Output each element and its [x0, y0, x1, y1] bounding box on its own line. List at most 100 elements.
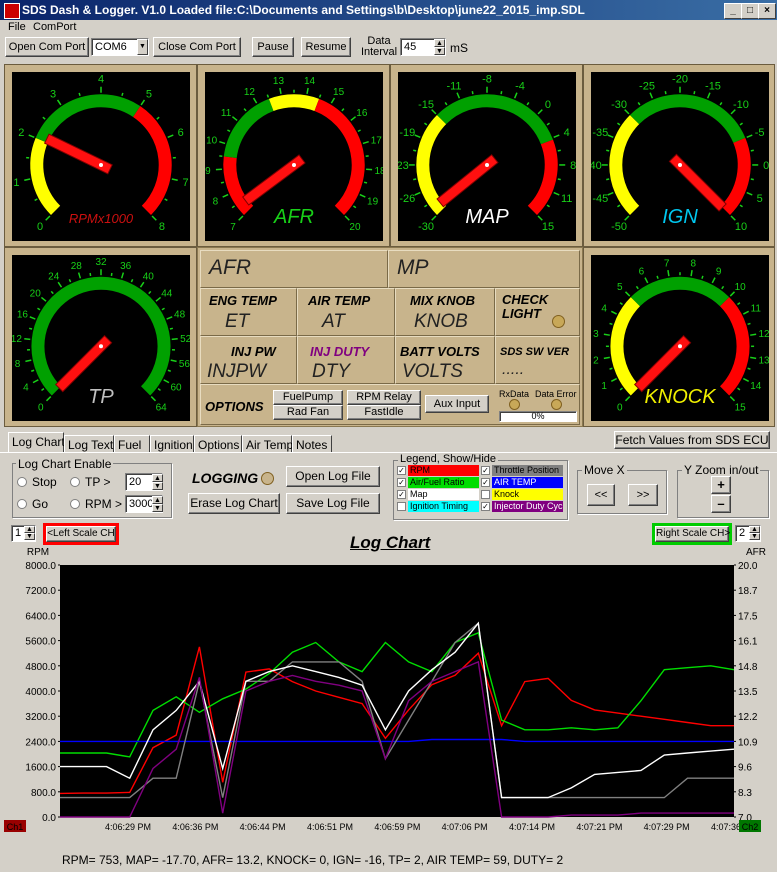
gauge-tick	[140, 99, 146, 106]
tab-options[interactable]: Options	[194, 435, 242, 453]
zoom-in-button[interactable]: +	[711, 476, 731, 494]
legend-checkbox[interactable]	[397, 502, 406, 511]
gauge-needle	[242, 154, 306, 206]
legend-item: AIR TEMP	[492, 477, 563, 488]
gauge-tick	[742, 377, 750, 382]
gauge-tick	[40, 296, 47, 302]
y-tick-left: 4000.0	[25, 687, 56, 698]
go-radio[interactable]	[17, 499, 27, 509]
gauge-tick-label: -19	[399, 127, 415, 139]
rpm-radio[interactable]	[70, 499, 80, 509]
fastidle-button[interactable]: FastIdle	[347, 405, 421, 420]
gauge-tick-label: -50	[611, 221, 627, 233]
spin-up-icon[interactable]: ▲	[24, 526, 35, 533]
tab-log-chart[interactable]: Log Chart	[8, 432, 65, 453]
gauge-tick	[537, 215, 543, 221]
spin-down-icon[interactable]: ▼	[434, 47, 445, 55]
open-log-file-button[interactable]: Open Log File	[286, 466, 380, 487]
tp-radio[interactable]	[70, 477, 80, 487]
legend-item: Map	[408, 489, 479, 500]
check-light-cell: CHECK LIGHT	[495, 288, 580, 336]
gauge-tick	[148, 290, 152, 295]
x-tick: 4:07:29 PM	[644, 822, 690, 832]
gauge-tick	[243, 108, 247, 112]
gauge-hub	[678, 162, 682, 167]
tab-fuel[interactable]: Fuel	[114, 435, 150, 453]
tab-ignition[interactable]: Ignition	[150, 435, 194, 453]
tab-air-temp[interactable]: Air Temp	[242, 435, 293, 453]
chevron-down-icon[interactable]: ▼	[137, 39, 148, 55]
gauge-tick	[711, 277, 716, 284]
legend-checkbox[interactable]: ✓	[397, 478, 406, 487]
gauge-tick-label: -20	[672, 74, 688, 86]
spin-down-icon[interactable]: ▼	[749, 533, 760, 540]
legend-checkbox[interactable]: ✓	[481, 478, 490, 487]
spin-down-icon[interactable]: ▼	[152, 504, 163, 512]
rpm-relay-button[interactable]: RPM Relay	[347, 390, 421, 405]
y-tick-left: 0.0	[42, 813, 56, 824]
tab-notes[interactable]: Notes	[292, 435, 332, 453]
rad-fan-button[interactable]: Rad Fan	[273, 405, 343, 420]
close-button[interactable]: ×	[758, 3, 776, 19]
gauge-tick	[344, 215, 350, 221]
gauge-label: IGN	[662, 206, 698, 228]
gauge-tick-label: 12	[12, 334, 22, 345]
fuelpump-button[interactable]: FuelPump	[273, 390, 343, 405]
gauge-tick	[28, 134, 35, 139]
menu-file[interactable]: File	[8, 21, 26, 33]
spin-up-icon[interactable]: ▲	[152, 496, 163, 504]
gauge-tick	[45, 396, 52, 402]
spin-down-icon[interactable]: ▼	[152, 482, 163, 490]
pause-button[interactable]: Pause	[252, 37, 294, 57]
gauge-tick	[750, 149, 754, 152]
gauge-tick-label: 8	[15, 359, 21, 370]
resume-button[interactable]: Resume	[301, 37, 351, 57]
y-tick-left: 3200.0	[25, 712, 56, 723]
legend-checkbox[interactable]: ✓	[481, 466, 490, 475]
gauge-tick	[414, 191, 421, 196]
spin-up-icon[interactable]: ▲	[152, 474, 163, 482]
maximize-button[interactable]: □	[741, 3, 759, 19]
gauge-tick-label: 4	[564, 127, 570, 139]
open-com-port-button[interactable]: Open Com Port	[5, 37, 89, 57]
zoom-out-button[interactable]: –	[711, 495, 731, 513]
gauge-tick	[750, 333, 757, 336]
minimize-button[interactable]: _	[724, 3, 742, 19]
legend-checkbox[interactable]	[481, 490, 490, 499]
gauge-tick-label: 14	[304, 76, 316, 87]
gauge-tick-label: 9	[716, 266, 722, 277]
close-com-port-button[interactable]: Close Com Port	[153, 37, 241, 57]
menu-comport[interactable]: ComPort	[33, 21, 76, 33]
mix-knob-cell: MIX KNOB KNOB	[395, 288, 495, 336]
gauge-tick	[357, 129, 361, 133]
gauge-tick	[45, 215, 51, 221]
move-left-button[interactable]: <<	[587, 484, 615, 506]
legend-checkbox[interactable]: ✓	[397, 466, 406, 475]
gauge-tick-label: 52	[180, 334, 190, 345]
left-scale-ch-button[interactable]: <Left Scale CH	[46, 526, 116, 542]
gauge-tick	[635, 285, 639, 290]
y-tick-left: 800.0	[31, 788, 56, 799]
stop-radio[interactable]	[17, 477, 27, 487]
gauge-tick-label: 12	[758, 329, 769, 340]
save-log-file-button[interactable]: Save Log File	[286, 493, 380, 514]
tab-log-text[interactable]: Log Text	[64, 435, 114, 453]
gauge-needle	[436, 154, 499, 208]
right-scale-ch-button[interactable]: Right Scale CH>	[655, 526, 730, 542]
gauge-tick-label: 7	[664, 258, 670, 269]
spin-down-icon[interactable]: ▼	[24, 533, 35, 540]
erase-log-chart-button[interactable]: Erase Log Chart	[188, 493, 280, 514]
move-right-button[interactable]: >>	[628, 484, 658, 506]
gauge-tick	[610, 377, 618, 382]
spin-up-icon[interactable]: ▲	[749, 526, 760, 533]
aux-input-button[interactable]: Aux Input	[425, 395, 489, 413]
gauge-tick	[444, 101, 448, 106]
legend-checkbox[interactable]: ✓	[397, 490, 406, 499]
gauge-tick	[664, 91, 667, 95]
batt-volts-value: VOLTS	[402, 361, 463, 382]
spin-up-icon[interactable]: ▲	[434, 39, 445, 47]
fetch-values-button[interactable]: Fetch Values from SDS ECU	[614, 431, 770, 449]
gauge-zone-arc	[416, 114, 447, 215]
legend-checkbox[interactable]: ✓	[481, 502, 490, 511]
gauge-tick	[619, 387, 623, 391]
